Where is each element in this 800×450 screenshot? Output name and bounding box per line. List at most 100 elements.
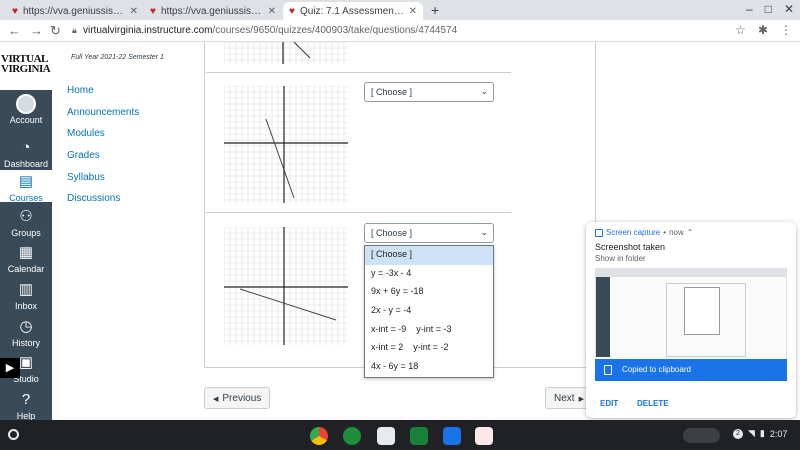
app-icon-classroom[interactable] (410, 427, 428, 445)
screen-capture-icon (595, 228, 603, 237)
forward-icon[interactable]: → (30, 23, 43, 38)
toolbar-icons: ☆ ✱ ⋮ (735, 23, 792, 37)
nav-help[interactable]: ? Help (0, 388, 52, 424)
course-nav-announcements[interactable]: Announcements (67, 107, 139, 118)
delete-button[interactable]: DELETE (637, 399, 669, 408)
nav-account[interactable]: Account (0, 92, 52, 128)
history-clock-icon: ◷ (19, 318, 33, 335)
virtual-virginia-logo[interactable]: VIRTUAL VIRGINIA (0, 42, 52, 90)
close-tab-icon[interactable]: ✕ (130, 6, 138, 17)
dropdown-option[interactable]: 9x + 6y = -18 (365, 283, 493, 302)
course-nav-home[interactable]: Home (67, 85, 94, 96)
answer-dropdown-list: [ Choose ] y = -3x - 4 9x + 6y = -18 2x … (364, 245, 494, 378)
account-avatar-icon (16, 94, 36, 114)
maximize-icon[interactable]: □ (765, 2, 772, 16)
app-icon-pink[interactable] (475, 427, 493, 445)
option-part: y-int = -3 (416, 323, 452, 334)
dropdown-option[interactable]: x-int = 2 y-int = -2 (365, 339, 493, 358)
url-field[interactable]: virtualvirginia.instructure.com/courses/… (83, 25, 457, 36)
course-nav-syllabus[interactable]: Syllabus (67, 172, 105, 183)
browser-tab-2[interactable]: ♥ https://vva.geniussis.com/FEDa ✕ (144, 2, 282, 20)
nav-label: Account (9, 115, 43, 125)
nav-label: Groups (11, 228, 41, 238)
answer-select-1[interactable]: [ Choose ] ⌄ (364, 82, 494, 102)
courses-book-icon: ▤ (18, 173, 34, 190)
notification-header: Screen capture • now ⌃ (595, 228, 693, 237)
course-nav-grades[interactable]: Grades (67, 150, 100, 161)
show-in-folder-link[interactable]: Show in folder (595, 254, 646, 263)
inbox-icon: ▥ (18, 281, 34, 298)
url-host: virtualvirginia.instructure.com (83, 25, 213, 36)
nav-groups[interactable]: ⚇ Groups (0, 205, 52, 241)
reload-icon[interactable]: ↻ (50, 23, 61, 39)
tab-title: https://vva.geniussis.com/FEDa (160, 5, 264, 17)
browser-tab-1[interactable]: ♥ https://vva.geniussis.com/FEDa ✕ (6, 2, 144, 20)
nav-dashboard[interactable]: ◔ Dashboard (0, 136, 52, 172)
caret-right-icon: ▶ (578, 396, 584, 403)
chevron-down-icon: ⌄ (480, 227, 488, 237)
heart-favicon-icon: ♥ (150, 5, 156, 17)
option-part: x-int = -9 (371, 323, 407, 334)
nav-courses[interactable]: ▤ Courses (0, 170, 52, 203)
graph-previous-partial (224, 42, 348, 64)
dropdown-option[interactable]: [ Choose ] (365, 246, 493, 265)
dropdown-option[interactable]: y = -3x - 4 (365, 265, 493, 284)
notification-app: Screen capture (606, 228, 661, 237)
nav-history[interactable]: ◷ History (0, 315, 52, 351)
nav-inbox[interactable]: ▥ Inbox (0, 278, 52, 314)
nav-label: Inbox (14, 301, 38, 311)
nav-label: History (11, 338, 40, 348)
dropdown-option[interactable]: x-int = -9 y-int = -3 (365, 321, 493, 340)
bookmark-star-icon[interactable]: ☆ (735, 23, 746, 37)
launcher-icon[interactable] (8, 429, 19, 440)
app-icon-wave[interactable] (377, 427, 395, 445)
graph-question-2 (224, 227, 348, 345)
global-navigation: VIRTUAL VIRGINIA Account ◔ Dashboard ▤ C… (0, 42, 52, 421)
close-tab-icon[interactable]: ✕ (268, 6, 276, 17)
lock-icon[interactable]: 🔒︎ (72, 25, 77, 36)
minimize-icon[interactable]: – (746, 2, 753, 16)
back-icon[interactable]: ← (8, 23, 21, 38)
dropdown-option[interactable]: 2x - y = -4 (365, 302, 493, 321)
extensions-puzzle-icon[interactable]: ✱ (758, 23, 768, 37)
notification-time: now (669, 228, 684, 237)
calendar-icon: ▦ (18, 244, 34, 261)
graph-question-1 (224, 86, 348, 203)
app-icon-green[interactable] (343, 427, 361, 445)
option-part: y-int = -2 (413, 342, 449, 353)
status-area[interactable]: 2 ◥ ▮ 2:07 (733, 428, 787, 439)
select-value: [ Choose ] (371, 228, 413, 238)
new-tab-icon[interactable]: + (431, 2, 439, 18)
url-path: /courses/9650/quizzes/400903/take/questi… (212, 25, 458, 36)
battery-icon: ▮ (759, 428, 765, 438)
nav-calendar[interactable]: ▦ Calendar (0, 241, 52, 277)
copied-banner: Copied to clipboard (595, 359, 787, 381)
notification-title: Screenshot taken (595, 242, 666, 252)
previous-button[interactable]: ◀ Previous (204, 387, 270, 409)
menu-kebab-icon[interactable]: ⋮ (780, 23, 792, 37)
nav-label: Dashboard (3, 159, 49, 169)
tab-title: https://vva.geniussis.com/FEDa (22, 5, 126, 17)
answer-select-2[interactable]: [ Choose ] ⌄ (364, 223, 494, 243)
graphed-line (239, 288, 337, 321)
logo-text: VIRTUAL VIRGINIA (1, 54, 51, 75)
close-window-icon[interactable]: ✕ (784, 2, 794, 16)
next-button[interactable]: Next ▶ (545, 387, 589, 409)
option-part: x-int = 2 (371, 342, 404, 353)
course-nav-modules[interactable]: Modules (67, 128, 105, 139)
edit-button[interactable]: EDIT (600, 399, 618, 408)
dropdown-option[interactable]: 4x - 6y = 18 (365, 358, 493, 377)
course-nav-discussions[interactable]: Discussions (67, 193, 120, 204)
window-controls: – □ ✕ (746, 2, 794, 16)
chrome-app-icon[interactable] (310, 427, 328, 445)
play-icon[interactable]: ▶ (0, 358, 20, 378)
tray-thumbnails[interactable] (683, 428, 720, 443)
screenshot-notification[interactable]: Screen capture • now ⌃ Screenshot taken … (586, 222, 796, 418)
wifi-icon: ◥ (748, 428, 755, 438)
address-bar-row: ← → ↻ 🔒︎ virtualvirginia.instructure.com… (0, 20, 800, 42)
close-tab-icon[interactable]: ✕ (409, 6, 417, 17)
browser-tab-3-active[interactable]: ♥ Quiz: 7.1 Assessment - Graph Li ✕ (283, 2, 423, 20)
app-icon-blue[interactable] (443, 427, 461, 445)
chromeos-shelf: 2 ◥ ▮ 2:07 (0, 420, 800, 450)
chevron-up-icon[interactable]: ⌃ (687, 228, 694, 237)
